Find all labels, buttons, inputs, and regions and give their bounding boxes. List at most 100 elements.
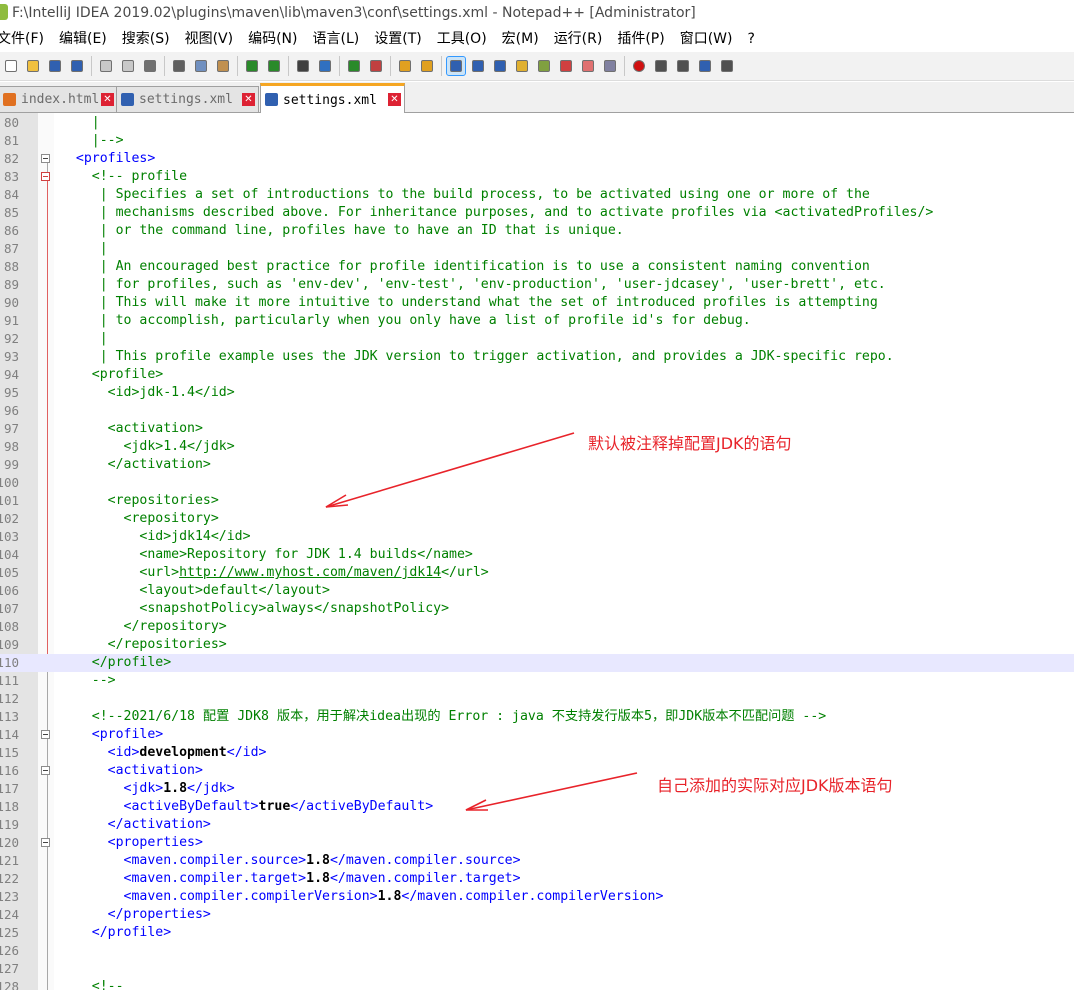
paste-icon-glyph <box>217 60 229 72</box>
function-list-icon[interactable] <box>557 57 575 75</box>
annotation-arrows <box>325 432 638 811</box>
function-list-icon-glyph <box>560 60 572 72</box>
zoom-in-icon-glyph <box>348 60 360 72</box>
folder-workspace-icon[interactable] <box>579 57 597 75</box>
doc-map-icon[interactable] <box>535 57 553 75</box>
close-all-icon-glyph <box>122 60 134 72</box>
print-icon-glyph <box>144 60 156 72</box>
menu-search[interactable]: 搜索(S) <box>115 27 178 51</box>
menu-language[interactable]: 语言(L) <box>306 27 368 51</box>
toolbar-separator <box>390 56 391 76</box>
code-editor[interactable]: 80 | 81 |--> 82 <profiles> 83 <!-- profile 8… <box>0 113 1074 990</box>
save-macro-icon[interactable] <box>718 57 736 75</box>
print-icon[interactable] <box>141 57 159 75</box>
tab-label: settings.xml <box>283 93 377 108</box>
tab-bar: index.html ✕ settings.xml ✕ settings.xml… <box>0 82 1074 113</box>
menu-settings[interactable]: 设置(T) <box>367 27 429 51</box>
cut-icon[interactable] <box>170 57 188 75</box>
save-all-icon[interactable] <box>68 57 86 75</box>
menu-help[interactable]: ? <box>741 27 763 51</box>
tab-settings-xml-active[interactable]: settings.xml ✕ <box>260 83 405 113</box>
menu-encoding[interactable]: 编码(N) <box>241 27 305 51</box>
monitor-icon-glyph <box>604 60 616 72</box>
copy-icon-glyph <box>195 60 207 72</box>
toolbar-separator <box>339 56 340 76</box>
close-tab-icon[interactable]: ✕ <box>242 93 255 106</box>
new-file-icon[interactable] <box>2 57 20 75</box>
record-macro-icon-glyph <box>633 60 645 72</box>
monitor-icon[interactable] <box>601 57 619 75</box>
file-saved-icon <box>265 93 278 106</box>
sync-horizontal-icon-glyph <box>421 60 433 72</box>
zoom-out-icon-glyph <box>370 60 382 72</box>
arrow-line <box>325 432 575 508</box>
find-icon[interactable] <box>294 57 312 75</box>
run-macro-multiple-icon[interactable] <box>696 57 714 75</box>
show-all-chars-icon[interactable] <box>469 57 487 75</box>
run-macro-multiple-icon-glyph <box>699 60 711 72</box>
cut-icon-glyph <box>173 60 185 72</box>
tab-settings-xml[interactable]: settings.xml ✕ <box>116 86 259 112</box>
toolbar-separator <box>441 56 442 76</box>
sync-vertical-icon[interactable] <box>396 57 414 75</box>
show-all-chars-icon-glyph <box>472 60 484 72</box>
menu-macro[interactable]: 宏(M) <box>495 27 547 51</box>
indent-guide-icon-glyph <box>494 60 506 72</box>
close-icon-glyph <box>100 60 112 72</box>
menu-window[interactable]: 窗口(W) <box>673 27 741 51</box>
menu-tools[interactable]: 工具(O) <box>430 27 495 51</box>
arrow-head <box>465 799 488 811</box>
menu-run[interactable]: 运行(R) <box>547 27 611 51</box>
redo-icon-glyph <box>268 60 280 72</box>
save-all-icon-glyph <box>71 60 83 72</box>
play-macro-icon-glyph <box>677 60 689 72</box>
menu-plugins[interactable]: 插件(P) <box>610 27 672 51</box>
file-saved-icon <box>121 93 134 106</box>
folder-workspace-icon-glyph <box>582 60 594 72</box>
zoom-in-icon[interactable] <box>345 57 363 75</box>
replace-icon-glyph <box>319 60 331 72</box>
redo-icon[interactable] <box>265 57 283 75</box>
close-all-icon[interactable] <box>119 57 137 75</box>
play-macro-icon[interactable] <box>674 57 692 75</box>
language-icon-glyph <box>516 60 528 72</box>
stop-record-icon[interactable] <box>652 57 670 75</box>
sync-horizontal-icon[interactable] <box>418 57 436 75</box>
indent-guide-icon[interactable] <box>491 57 509 75</box>
menu-view[interactable]: 视图(V) <box>178 27 242 51</box>
undo-icon[interactable] <box>243 57 261 75</box>
tab-index-html[interactable]: index.html ✕ <box>0 86 118 112</box>
new-file-icon-glyph <box>5 60 17 72</box>
menu-bar: 文件(F) 编辑(E) 搜索(S) 视图(V) 编码(N) 语言(L) 设置(T) 工具(O)… <box>0 27 1074 51</box>
zoom-out-icon[interactable] <box>367 57 385 75</box>
stop-record-icon-glyph <box>655 60 667 72</box>
close-icon[interactable] <box>97 57 115 75</box>
close-tab-icon[interactable]: ✕ <box>388 93 401 106</box>
word-wrap-icon-glyph <box>450 60 462 72</box>
notepadpp-app-icon <box>0 4 8 20</box>
toolbar-separator <box>237 56 238 76</box>
toolbar-separator <box>91 56 92 76</box>
menu-file[interactable]: 文件(F) <box>0 27 52 51</box>
tab-label: index.html <box>21 92 100 107</box>
doc-map-icon-glyph <box>538 60 550 72</box>
toolbar-separator <box>288 56 289 76</box>
undo-icon-glyph <box>246 60 258 72</box>
record-macro-icon[interactable] <box>630 57 648 75</box>
arrow-line <box>465 772 638 811</box>
save-macro-icon-glyph <box>721 60 733 72</box>
close-tab-icon[interactable]: ✕ <box>101 93 114 106</box>
copy-icon[interactable] <box>192 57 210 75</box>
toolbar <box>0 52 1074 81</box>
file-modified-icon <box>3 93 16 106</box>
save-icon[interactable] <box>46 57 64 75</box>
language-icon[interactable] <box>513 57 531 75</box>
menu-edit[interactable]: 编辑(E) <box>52 27 115 51</box>
open-file-icon-glyph <box>27 60 39 72</box>
paste-icon[interactable] <box>214 57 232 75</box>
word-wrap-icon[interactable] <box>446 56 466 76</box>
sync-vertical-icon-glyph <box>399 60 411 72</box>
find-icon-glyph <box>297 60 309 72</box>
replace-icon[interactable] <box>316 57 334 75</box>
open-file-icon[interactable] <box>24 57 42 75</box>
